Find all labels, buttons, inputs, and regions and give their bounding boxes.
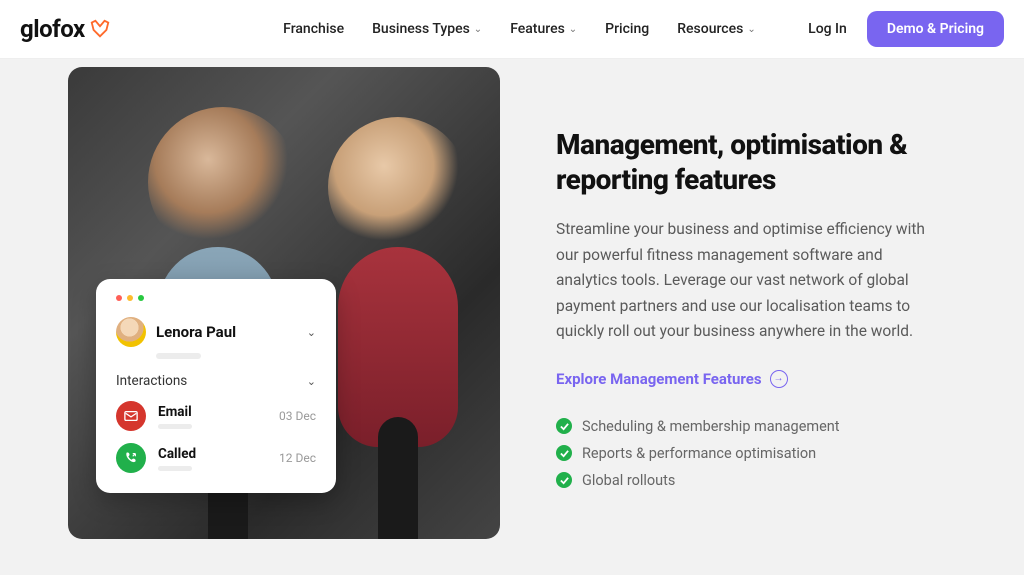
close-dot-icon <box>116 295 122 301</box>
feature-text: Global rollouts <box>582 472 675 489</box>
skeleton-line <box>156 353 201 359</box>
phone-icon <box>116 443 146 473</box>
skeleton-line <box>158 424 192 429</box>
nav-features[interactable]: Features ⌄ <box>510 21 577 37</box>
feature-item: Global rollouts <box>556 472 936 489</box>
nav-label: Pricing <box>605 21 649 37</box>
chevron-down-icon: ⌄ <box>307 375 316 388</box>
person-illustration <box>148 107 298 257</box>
interaction-body: Email <box>158 404 267 429</box>
interaction-type: Called <box>158 446 267 462</box>
explore-link[interactable]: Explore Management Features → <box>556 370 788 388</box>
feature-list: Scheduling & membership management Repor… <box>556 418 936 489</box>
window-controls <box>116 295 316 301</box>
interaction-row-called[interactable]: Called 12 Dec <box>116 443 316 473</box>
main-header: glofox Franchise Business Types ⌄ Feature… <box>0 0 1024 59</box>
feature-text: Scheduling & membership management <box>582 418 840 435</box>
feature-item: Reports & performance optimisation <box>556 445 936 462</box>
feature-item: Scheduling & membership management <box>556 418 936 435</box>
brand-name: glofox <box>20 15 85 43</box>
interaction-date: 03 Dec <box>279 409 316 423</box>
interaction-row-email[interactable]: Email 03 Dec <box>116 401 316 431</box>
nav-label: Resources <box>677 21 743 37</box>
interactions-card: Lenora Paul ⌄ Interactions ⌄ Email 03 De… <box>96 279 336 493</box>
login-link[interactable]: Log In <box>808 21 847 37</box>
nav-franchise[interactable]: Franchise <box>283 21 344 37</box>
demo-pricing-button[interactable]: Demo & Pricing <box>867 11 1004 47</box>
link-text: Explore Management Features <box>556 370 762 388</box>
check-icon <box>556 445 572 461</box>
fox-icon <box>89 18 111 40</box>
primary-nav: Franchise Business Types ⌄ Features ⌄ Pric… <box>163 21 756 37</box>
maximize-dot-icon <box>138 295 144 301</box>
interaction-type: Email <box>158 404 267 420</box>
check-icon <box>556 472 572 488</box>
email-icon <box>116 401 146 431</box>
section-label: Interactions <box>116 373 187 389</box>
chevron-down-icon: ⌄ <box>747 24 755 35</box>
feature-text: Reports & performance optimisation <box>582 445 816 462</box>
chevron-down-icon: ⌄ <box>569 24 577 35</box>
nav-label: Features <box>510 21 565 37</box>
nav-resources[interactable]: Resources ⌄ <box>677 21 755 37</box>
nav-label: Business Types <box>372 21 470 37</box>
minimize-dot-icon <box>127 295 133 301</box>
feature-content: Management, optimisation & reporting fea… <box>556 67 936 539</box>
person-illustration <box>378 417 418 539</box>
brand-logo[interactable]: glofox <box>20 15 111 43</box>
person-illustration <box>328 117 468 257</box>
interaction-date: 12 Dec <box>279 451 316 465</box>
avatar <box>116 317 146 347</box>
nav-label: Franchise <box>283 21 344 37</box>
interaction-body: Called <box>158 446 267 471</box>
nav-pricing[interactable]: Pricing <box>605 21 649 37</box>
chevron-down-icon: ⌄ <box>307 326 316 339</box>
chevron-down-icon: ⌄ <box>474 24 482 35</box>
arrow-right-icon: → <box>770 370 788 388</box>
header-right: Log In Demo & Pricing <box>808 11 1004 47</box>
content-description: Streamline your business and optimise ef… <box>556 217 936 345</box>
interactions-header[interactable]: Interactions ⌄ <box>116 373 316 389</box>
check-icon <box>556 418 572 434</box>
content-heading: Management, optimisation & reporting fea… <box>556 127 936 197</box>
nav-business-types[interactable]: Business Types ⌄ <box>372 21 482 37</box>
skeleton-line <box>158 466 192 471</box>
profile-name: Lenora Paul <box>156 323 297 341</box>
profile-row[interactable]: Lenora Paul ⌄ <box>116 317 316 347</box>
